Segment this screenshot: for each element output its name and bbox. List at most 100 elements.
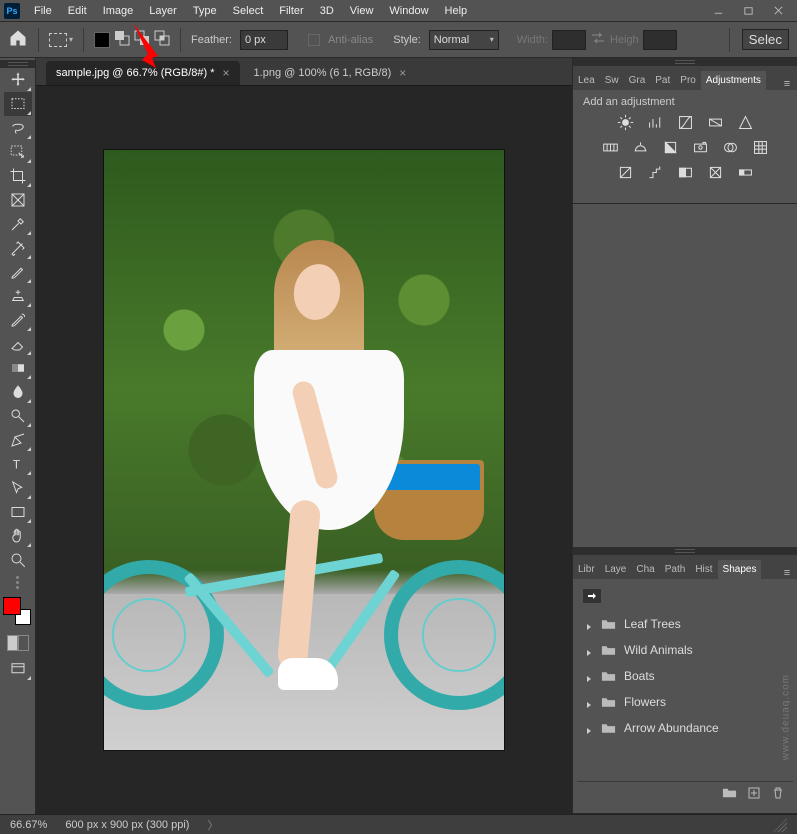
- new-group-icon[interactable]: [722, 786, 737, 803]
- zoom-level[interactable]: 66.67%: [10, 819, 47, 831]
- hue-sat-icon[interactable]: [602, 139, 619, 159]
- panel-tab[interactable]: Gra: [624, 71, 651, 90]
- panel-tab[interactable]: Pro: [675, 71, 701, 90]
- brightness-icon[interactable]: [617, 114, 634, 134]
- eraser-tool[interactable]: [4, 332, 32, 356]
- zoom-tool[interactable]: [4, 548, 32, 572]
- options-bar: ▾ Feather: Anti-alias Style: Normal▾ Wid…: [0, 22, 797, 58]
- levels-icon[interactable]: [647, 114, 664, 134]
- marquee-tool[interactable]: [4, 92, 32, 116]
- edit-toolbar[interactable]: [16, 572, 19, 595]
- healing-brush-tool[interactable]: [4, 236, 32, 260]
- dodge-tool[interactable]: [4, 404, 32, 428]
- document-tab-label: sample.jpg @ 66.7% (RGB/8#) *: [56, 67, 215, 79]
- lasso-tool[interactable]: [4, 116, 32, 140]
- intersect-selection-icon[interactable]: [154, 30, 170, 49]
- menu-file[interactable]: File: [26, 3, 60, 19]
- shape-folder[interactable]: Arrow Abundance: [577, 715, 793, 741]
- shape-folder[interactable]: Flowers: [577, 689, 793, 715]
- document-tab[interactable]: sample.jpg @ 66.7% (RGB/8#) * ×: [46, 61, 240, 85]
- window-maximize[interactable]: [733, 3, 763, 19]
- gradient-tool[interactable]: [4, 356, 32, 380]
- rectangle-tool[interactable]: [4, 500, 32, 524]
- shape-folder[interactable]: Leaf Trees: [577, 611, 793, 637]
- panel-tab-adjustments[interactable]: Adjustments: [701, 71, 766, 90]
- menu-layer[interactable]: Layer: [141, 3, 185, 19]
- window-minimize[interactable]: [703, 3, 733, 19]
- select-and-mask-button[interactable]: Selec: [742, 29, 789, 50]
- blur-tool[interactable]: [4, 380, 32, 404]
- panel-tab[interactable]: Laye: [600, 560, 632, 579]
- exposure-icon[interactable]: [707, 114, 724, 134]
- document-dimensions: 600 px x 900 px (300 ppi): [65, 819, 189, 831]
- canvas[interactable]: [36, 86, 572, 814]
- menu-type[interactable]: Type: [185, 3, 225, 19]
- hand-tool[interactable]: [4, 524, 32, 548]
- panel-tab-shapes[interactable]: Shapes: [718, 560, 762, 579]
- document-tab[interactable]: 1.png @ 100% (6 1, RGB/8) ×: [244, 61, 417, 85]
- menu-edit[interactable]: Edit: [60, 3, 95, 19]
- marquee-preset[interactable]: ▾: [49, 33, 73, 47]
- menu-view[interactable]: View: [342, 3, 382, 19]
- frame-tool[interactable]: [4, 188, 32, 212]
- delete-icon[interactable]: [771, 786, 785, 803]
- quick-mask-toggle[interactable]: [7, 635, 29, 651]
- menu-help[interactable]: Help: [437, 3, 476, 19]
- vibrance-icon[interactable]: [737, 114, 754, 134]
- screen-mode[interactable]: [4, 657, 32, 681]
- clone-stamp-tool[interactable]: [4, 284, 32, 308]
- type-tool[interactable]: T: [4, 452, 32, 476]
- history-brush-tool[interactable]: [4, 308, 32, 332]
- panel-tab[interactable]: Hist: [690, 560, 717, 579]
- black-white-icon[interactable]: [662, 139, 679, 159]
- status-bar: 66.67% 600 px x 900 px (300 ppi) 〉: [0, 814, 797, 834]
- close-tab-icon[interactable]: ×: [399, 66, 406, 80]
- subtract-selection-icon[interactable]: [134, 30, 150, 49]
- gradient-map-icon[interactable]: [737, 164, 754, 184]
- color-balance-icon[interactable]: [632, 139, 649, 159]
- close-tab-icon[interactable]: ×: [223, 66, 230, 80]
- channel-mixer-icon[interactable]: [722, 139, 739, 159]
- color-swatches[interactable]: [3, 597, 33, 627]
- eyedropper-tool[interactable]: [4, 212, 32, 236]
- panel-tab[interactable]: Lea: [573, 71, 600, 90]
- panel-menu-icon[interactable]: ≡: [777, 78, 797, 90]
- panel-menu-icon[interactable]: ≡: [777, 567, 797, 579]
- crop-tool[interactable]: [4, 164, 32, 188]
- posterize-icon[interactable]: [647, 164, 664, 184]
- menu-select[interactable]: Select: [225, 3, 272, 19]
- style-select[interactable]: Normal▾: [429, 30, 499, 50]
- new-selection-icon[interactable]: [94, 32, 110, 48]
- home-icon[interactable]: [8, 28, 28, 51]
- resize-grip[interactable]: [773, 818, 787, 832]
- shape-folder[interactable]: Wild Animals: [577, 637, 793, 663]
- panel-tab[interactable]: Path: [660, 560, 691, 579]
- panel-tab[interactable]: Cha: [631, 560, 659, 579]
- invert-icon[interactable]: [617, 164, 634, 184]
- shape-folder[interactable]: Boats: [577, 663, 793, 689]
- path-selection-tool[interactable]: [4, 476, 32, 500]
- curves-icon[interactable]: [677, 114, 694, 134]
- menu-filter[interactable]: Filter: [271, 3, 311, 19]
- shape-preview[interactable]: [583, 589, 601, 603]
- new-shape-icon[interactable]: [747, 786, 761, 803]
- panel-tab[interactable]: Libr: [573, 560, 600, 579]
- brush-tool[interactable]: [4, 260, 32, 284]
- menu-bar: Ps File Edit Image Layer Type Select Fil…: [0, 0, 797, 22]
- feather-input[interactable]: [240, 30, 288, 50]
- panel-tab[interactable]: Pat: [650, 71, 675, 90]
- window-close[interactable]: [763, 3, 793, 19]
- pen-tool[interactable]: [4, 428, 32, 452]
- move-tool[interactable]: [4, 68, 32, 92]
- menu-3d[interactable]: 3D: [312, 3, 342, 19]
- color-lookup-icon[interactable]: [752, 139, 769, 159]
- object-selection-tool[interactable]: [4, 140, 32, 164]
- photo-filter-icon[interactable]: [692, 139, 709, 159]
- selective-color-icon[interactable]: [707, 164, 724, 184]
- menu-window[interactable]: Window: [381, 3, 436, 19]
- panel-tab[interactable]: Sw: [600, 71, 624, 90]
- width-input: [552, 30, 586, 50]
- threshold-icon[interactable]: [677, 164, 694, 184]
- menu-image[interactable]: Image: [95, 3, 142, 19]
- add-selection-icon[interactable]: [114, 30, 130, 49]
